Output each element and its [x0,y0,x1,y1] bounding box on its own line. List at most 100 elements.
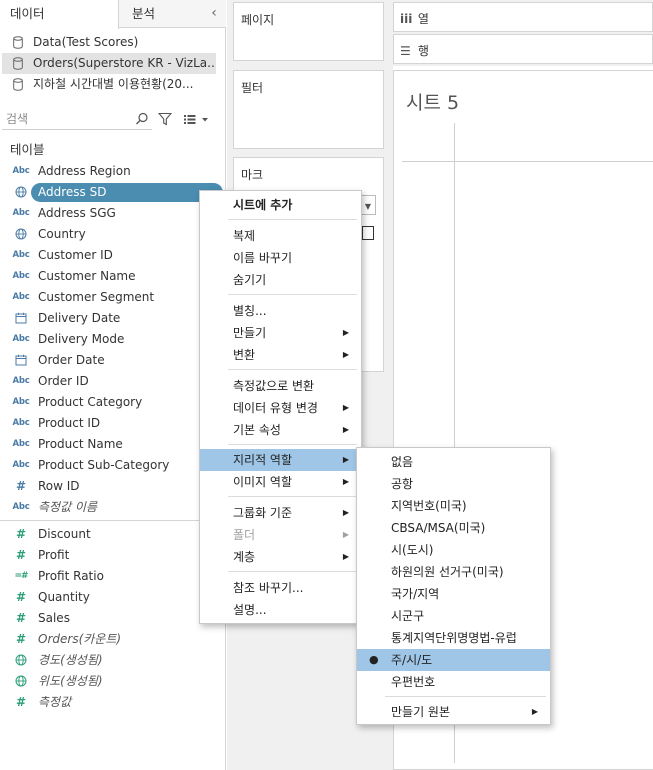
menu-item-transform[interactable]: 변환 ▶ [200,344,361,366]
field-item[interactable]: Abc Customer Segment [0,287,226,308]
field-label: Order Date [38,353,105,367]
data-source-label: Orders(Superstore KR - VizLa... [33,56,216,70]
menu-item-hide[interactable]: 숨기기 [200,269,361,291]
data-source-item[interactable]: 지하철 시간대별 이용현황(20... [0,74,214,95]
field-label: Customer ID [38,248,113,262]
field-item[interactable]: Abc Product Name [0,434,226,455]
geo-role-none[interactable]: 없음 [357,451,550,473]
menu-item-default-properties[interactable]: 기본 속성 ▶ [200,419,361,441]
menu-item-image-role[interactable]: 이미지 역할 ▶ [200,471,361,493]
field-item[interactable]: Abc Address Region [0,161,226,182]
string-type-icon: Abc [12,250,30,260]
menu-item-create-label: 만들기 [233,326,267,340]
string-type-icon: Abc [12,166,30,176]
tab-analysis[interactable]: 분석 [120,0,200,28]
menu-item-rename[interactable]: 이름 바꾸기 [200,247,361,269]
field-item[interactable]: Abc Product Sub-Category [0,455,226,476]
number-type-icon: # [15,548,27,562]
field-item[interactable]: 위도(생성됨) [0,671,226,692]
field-item[interactable]: Delivery Date [0,308,226,329]
search-row [0,108,226,130]
filters-card-title: 필터 [241,81,264,95]
field-item[interactable]: # Quantity [0,587,226,608]
field-context-menu: 시트에 추가 복제 이름 바꾸기 숨기기 별칭... 만들기 ▶ 변환 ▶ 측정값으… [199,190,362,624]
field-item[interactable]: Abc Address SGG [0,203,226,224]
submenu-arrow-icon: ▶ [342,403,349,412]
field-item[interactable]: Abc Delivery Mode [0,329,226,350]
field-label: Profit [38,548,70,562]
field-label: Profit Ratio [38,569,104,583]
geo-role-zip-code[interactable]: 우편번호 [357,671,550,693]
field-item[interactable]: # Orders(카운트) [0,629,226,650]
geo-role-create-from-label: 만들기 원본 [391,705,451,719]
menu-item-create[interactable]: 만들기 ▶ [200,322,361,344]
field-item[interactable]: Abc Order ID [0,371,226,392]
geo-role-create-from[interactable]: 만들기 원본 ▶ [357,701,550,723]
data-source-item-selected[interactable]: Orders(Superstore KR - VizLa... [2,53,216,74]
menu-item-group-by[interactable]: 그룹화 기준 ▶ [200,502,361,524]
field-item[interactable]: # Profit [0,545,226,566]
field-item[interactable]: Abc Product Category [0,392,226,413]
field-item[interactable]: # Sales [0,608,226,629]
tab-data[interactable]: 데이터 [0,0,119,29]
field-item[interactable]: 경도(생성됨) [0,650,226,671]
field-item[interactable]: # Row ID [0,476,226,497]
menu-item-convert-to-measure[interactable]: 측정값으로 변환 [200,375,361,397]
filters-card[interactable]: 필터 [233,70,384,149]
geo-role-county[interactable]: 시군구 [357,605,550,627]
field-item[interactable]: Abc Customer Name [0,266,226,287]
menu-item-hierarchy[interactable]: 계층 ▶ [200,546,361,568]
list-view-icon[interactable] [183,113,209,125]
field-item[interactable]: =# Profit Ratio [0,566,226,587]
filter-icon[interactable] [158,112,172,126]
string-type-icon: Abc [12,376,30,386]
geo-role-congressional-district[interactable]: 하원의원 선거구(미국) [357,561,550,583]
field-item[interactable]: Abc Product ID [0,413,226,434]
pages-card[interactable]: 페이지 [233,2,384,61]
field-item[interactable]: Abc 측정값 이름 [0,497,226,518]
field-label: Row ID [38,479,80,493]
menu-item-geographic-role[interactable]: 지리적 역할 ▶ [200,449,361,471]
geo-role-country[interactable]: 국가/지역 [357,583,550,605]
calendar-icon [11,350,31,371]
menu-item-replace-references[interactable]: 참조 바꾸기... [200,577,361,599]
field-item[interactable]: # Discount [0,524,226,545]
field-item[interactable]: Order Date [0,350,226,371]
geo-role-airport[interactable]: 공항 [357,473,550,495]
field-item[interactable]: Country [0,224,226,245]
menu-item-describe[interactable]: 설명... [200,599,361,621]
data-pane: 데이터 분석 ‹ Data(Test Scores) Orders(Supers… [0,0,226,770]
field-label: Product Category [38,395,143,409]
globe-icon [11,650,31,671]
menu-item-image-role-label: 이미지 역할 [233,475,293,489]
field-label: Product Sub-Category [38,458,170,472]
field-label: Address Region [38,164,131,178]
geo-role-cbsa-msa[interactable]: CBSA/MSA(미국) [357,517,550,539]
menu-item-aliases[interactable]: 별칭... [200,300,361,322]
search-input[interactable] [6,110,132,128]
string-type-icon: Abc [12,334,30,344]
columns-shelf[interactable]: iii 열 [393,2,653,32]
field-item[interactable]: # 측정값 [0,692,226,713]
marks-shape-button[interactable] [362,226,374,240]
globe-icon [11,671,31,692]
collapse-pane-icon[interactable]: ‹ [206,5,222,21]
field-item[interactable]: Abc Customer ID [0,245,226,266]
search-icon[interactable] [135,112,149,126]
data-source-item[interactable]: Data(Test Scores) [0,32,214,53]
database-icon [13,57,23,70]
geo-role-nuts-europe[interactable]: 통계지역단위명명법-유럽 [357,627,550,649]
sheet-title[interactable]: 시트 5 [406,88,459,115]
geo-role-area-code[interactable]: 지역번호(미국) [357,495,550,517]
menu-item-add-to-sheet[interactable]: 시트에 추가 [200,194,361,216]
geographic-role-submenu: 없음 공항 지역번호(미국) CBSA/MSA(미국) 시(도시) 하원의원 선… [356,447,551,725]
field-item[interactable]: Address SD [0,182,226,203]
submenu-arrow-icon: ▶ [342,508,349,517]
geo-role-city[interactable]: 시(도시) [357,539,550,561]
menu-separator [228,571,357,572]
rows-shelf[interactable]: ☰ 행 [393,34,653,64]
geo-role-state-province[interactable]: ● 주/시/도 [357,649,550,671]
menu-item-folders: 폴더 ▶ [200,524,361,546]
menu-item-duplicate[interactable]: 복제 [200,225,361,247]
menu-item-change-data-type[interactable]: 데이터 유형 변경 ▶ [200,397,361,419]
